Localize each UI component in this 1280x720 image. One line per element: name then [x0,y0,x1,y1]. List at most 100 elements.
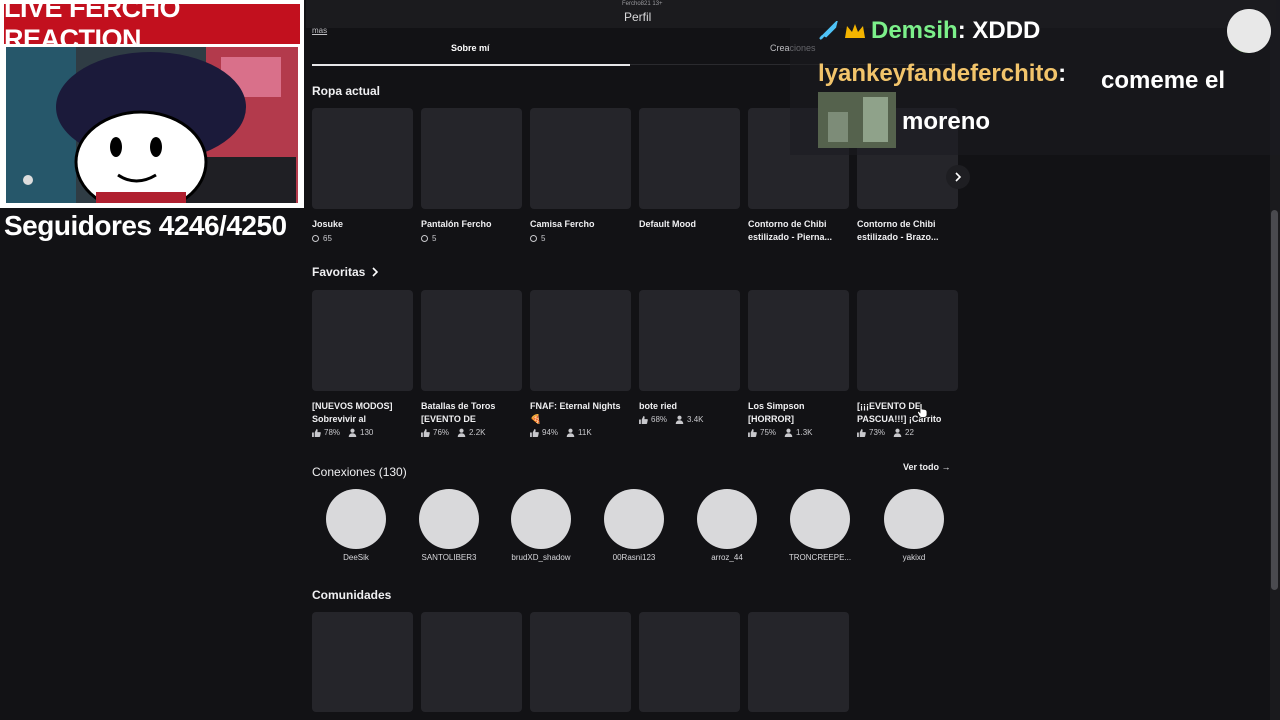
crown-badge-icon [845,24,865,38]
avatar[interactable] [790,489,850,549]
connection-name[interactable]: brudXD_shadow [496,553,586,562]
clothing-thumbnail[interactable] [530,108,631,209]
game-title: bote ried [639,401,678,411]
section-title-ropa: Ropa actual [312,84,381,98]
clothing-thumbnail[interactable] [312,108,413,209]
game-card[interactable]: [¡¡¡EVENTO DE PASCUA!!!] ¡Carrito 73% 22 [857,400,958,437]
game-card[interactable]: bote ried 68% 3.4K [639,400,740,424]
chat-text: XDDD [972,17,1041,44]
game-card[interactable]: FNAF: Eternal Nights 🍕 94% 11K [530,400,631,437]
players-icon [566,428,575,437]
connection-name[interactable]: yakixd [869,553,959,562]
game-rating: 76% [433,428,450,437]
clothing-name: Contorno de Chibi estilizado - Brazo... [857,219,939,242]
game-players: 11K [578,428,592,437]
stream-title-banner: LIVE FERCHO REACTION [4,0,300,54]
game-card[interactable]: Batallas de Toros [EVENTO DE 76% 2.2K [421,400,522,437]
favoritas-header-link[interactable]: Favoritas [312,265,379,279]
players-icon [457,428,466,437]
community-thumbnail[interactable] [312,612,413,712]
clothing-name: Contorno de Chibi estilizado - Pierna... [748,219,833,242]
community-thumbnail[interactable] [639,612,740,712]
avatar[interactable] [884,489,944,549]
game-rating: 73% [869,428,886,437]
game-card[interactable]: Los Simpson [HORROR] 75% 1.3K [748,400,849,437]
chevron-right-icon [372,267,379,277]
thumbs-up-icon [748,428,757,437]
avatar[interactable] [604,489,664,549]
game-card[interactable]: [NUEVOS MODOS] Sobrevivir al 78% 130 [312,400,413,437]
game-thumbnail[interactable] [312,290,413,391]
game-rating: 68% [651,415,668,424]
game-rating: 75% [760,428,777,437]
clothing-name: Camisa Fercho [530,219,595,229]
community-thumbnail[interactable] [530,612,631,712]
profile-subtitle: Fercho821 13+ [622,1,663,7]
robux-icon [421,235,428,242]
chat-emote-image [818,92,896,148]
game-thumbnail[interactable] [748,290,849,391]
clothing-price: 5 [541,234,546,243]
connection-name[interactable]: SANTOLIBER3 [404,553,494,562]
game-title: Batallas de Toros [EVENTO DE [421,401,496,424]
section-title-conexiones: Conexiones (130) [312,465,407,479]
chat-user-avatar [1227,9,1271,53]
carousel-next-button[interactable] [946,165,970,189]
streamer-avatar-image [6,47,298,203]
thumbs-up-icon [421,428,430,437]
avatar[interactable] [511,489,571,549]
clothing-item[interactable]: Josuke 65 [312,218,413,243]
clothing-price: 65 [323,234,332,243]
players-icon [784,428,793,437]
clothing-name: Default Mood [639,219,696,229]
clothing-item[interactable]: Contorno de Chibi estilizado - Pierna... [748,218,849,244]
section-title-favoritas: Favoritas [312,265,366,279]
game-title: FNAF: Eternal Nights 🍕 [530,401,621,424]
game-players: 2.2K [469,428,486,437]
thumbs-up-icon [639,415,648,424]
connection-name[interactable]: 00Rasni123 [589,553,679,562]
game-players: 3.4K [687,415,704,424]
chat-text: comeme el moreno [902,67,1226,135]
community-thumbnail[interactable] [421,612,522,712]
game-thumbnail[interactable] [421,290,522,391]
clothing-item[interactable]: Camisa Fercho 5 [530,218,631,243]
game-players: 130 [360,428,374,437]
scrollbar-thumb[interactable] [1271,210,1278,590]
thumbs-up-icon [857,428,866,437]
community-thumbnail[interactable] [748,612,849,712]
robux-icon [312,235,319,242]
sword-badge-icon [819,21,838,40]
avatar-icon [1227,9,1271,53]
webcam-frame [6,47,298,203]
game-rating: 78% [324,428,341,437]
clothing-item[interactable]: Contorno de Chibi estilizado - Brazo... [857,218,958,244]
chat-message: Demsih: XDDD [871,17,1041,44]
connection-name[interactable]: DeeSik [311,553,401,562]
thumbs-up-icon [312,428,321,437]
game-thumbnail[interactable] [530,290,631,391]
clothing-thumbnail[interactable] [639,108,740,209]
clothing-item[interactable]: Pantalón Fercho 5 [421,218,522,243]
back-link[interactable]: mas [312,26,327,35]
game-title: Los Simpson [HORROR] [748,401,805,424]
clothing-thumbnail[interactable] [421,108,522,209]
see-all-link[interactable]: Ver todo → [903,462,951,472]
hand-cursor-icon [917,403,928,418]
avatar[interactable] [419,489,479,549]
game-players: 1.3K [796,428,813,437]
section-title-comunidades: Comunidades [312,588,392,602]
game-title: [NUEVOS MODOS] Sobrevivir al [312,401,393,424]
game-players: 22 [905,428,914,437]
game-title: [¡¡¡EVENTO DE PASCUA!!!] ¡Carrito [857,401,942,424]
chat-username: Demsih [871,17,958,44]
clothing-name: Josuke [312,219,344,229]
avatar[interactable] [326,489,386,549]
clothing-item[interactable]: Default Mood [639,218,740,231]
connection-name[interactable]: TRONCREEPE... [775,553,865,562]
connection-name[interactable]: arroz_44 [682,553,772,562]
tab-sobre-mi[interactable]: Sobre mí [451,43,490,53]
game-thumbnail[interactable] [639,290,740,391]
avatar[interactable] [697,489,757,549]
game-thumbnail[interactable] [857,290,958,391]
